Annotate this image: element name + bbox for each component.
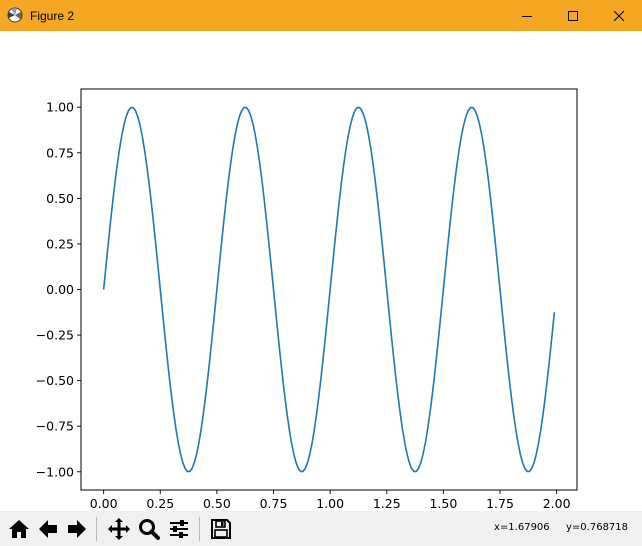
x-tick-label: 1.75: [486, 496, 514, 511]
axes-frame: [80, 88, 578, 491]
save-button[interactable]: [207, 515, 234, 542]
x-tick-label: 0.75: [260, 496, 288, 511]
chart-svg[interactable]: 0.00 0.25 0.50 0.75 1.00 1.25 1.50 1.75 2.00 1.0…: [0, 31, 642, 511]
y-tick-label: −0.75: [36, 419, 74, 434]
cursor-x-readout: x=1.67906: [494, 522, 550, 533]
x-tick-label: 0.50: [203, 496, 231, 511]
pan-button[interactable]: [105, 515, 132, 542]
forward-button[interactable]: [63, 515, 90, 542]
arrow-right-icon: [67, 519, 86, 538]
maximize-icon: [568, 10, 578, 21]
y-tick-label: 0.00: [46, 282, 74, 297]
y-tick-label: −0.25: [36, 328, 74, 343]
y-tick-label: −0.50: [36, 373, 74, 388]
y-tick-label: 0.50: [46, 191, 74, 206]
x-tick-label: 0.00: [90, 496, 118, 511]
minimize-button[interactable]: [504, 0, 550, 31]
home-icon: [8, 519, 29, 538]
x-tick-label: 2.00: [543, 496, 571, 511]
magnifier-icon: [138, 518, 160, 540]
configure-subplots-button[interactable]: [165, 515, 192, 542]
y-tick-label: −1.00: [36, 464, 74, 479]
back-button[interactable]: [34, 515, 61, 542]
maximize-button[interactable]: [550, 0, 596, 31]
title-bar: Figure 2: [0, 0, 642, 31]
sliders-icon: [169, 519, 188, 538]
close-icon: [614, 10, 624, 21]
navigation-toolbar: x=1.67906 y=0.768718: [0, 511, 642, 546]
arrow-left-icon: [38, 519, 57, 538]
x-tick-label: 0.25: [146, 496, 174, 511]
zoom-button[interactable]: [135, 515, 162, 542]
x-tick-label: 1.00: [316, 496, 344, 511]
home-button[interactable]: [5, 515, 32, 542]
toolbar-separator: [96, 517, 97, 541]
cursor-y-readout: y=0.768718: [566, 522, 629, 533]
move-icon: [107, 517, 130, 540]
y-tick-label: 0.75: [46, 145, 74, 160]
y-tick-label: 1.00: [46, 100, 74, 115]
toolbar-separator: [199, 517, 200, 541]
floppy-disk-icon: [210, 518, 231, 539]
y-axis-ticks: 1.00 0.75 0.50 0.25 0.00 −0.25 −0.50 −0.75 −1.00: [36, 100, 81, 479]
x-axis-ticks: 0.00 0.25 0.50 0.75 1.00 1.25 1.50 1.75 2.00: [90, 490, 571, 511]
y-tick-label: 0.25: [46, 236, 74, 251]
window-title: Figure 2: [30, 9, 75, 23]
figure-canvas[interactable]: 0.00 0.25 0.50 0.75 1.00 1.25 1.50 1.75 2.00 1.0…: [0, 31, 642, 511]
matplotlib-logo-icon: [7, 7, 23, 23]
minimize-icon: [522, 15, 532, 17]
x-tick-label: 1.50: [429, 496, 457, 511]
close-button[interactable]: [596, 0, 642, 31]
x-tick-label: 1.25: [373, 496, 401, 511]
